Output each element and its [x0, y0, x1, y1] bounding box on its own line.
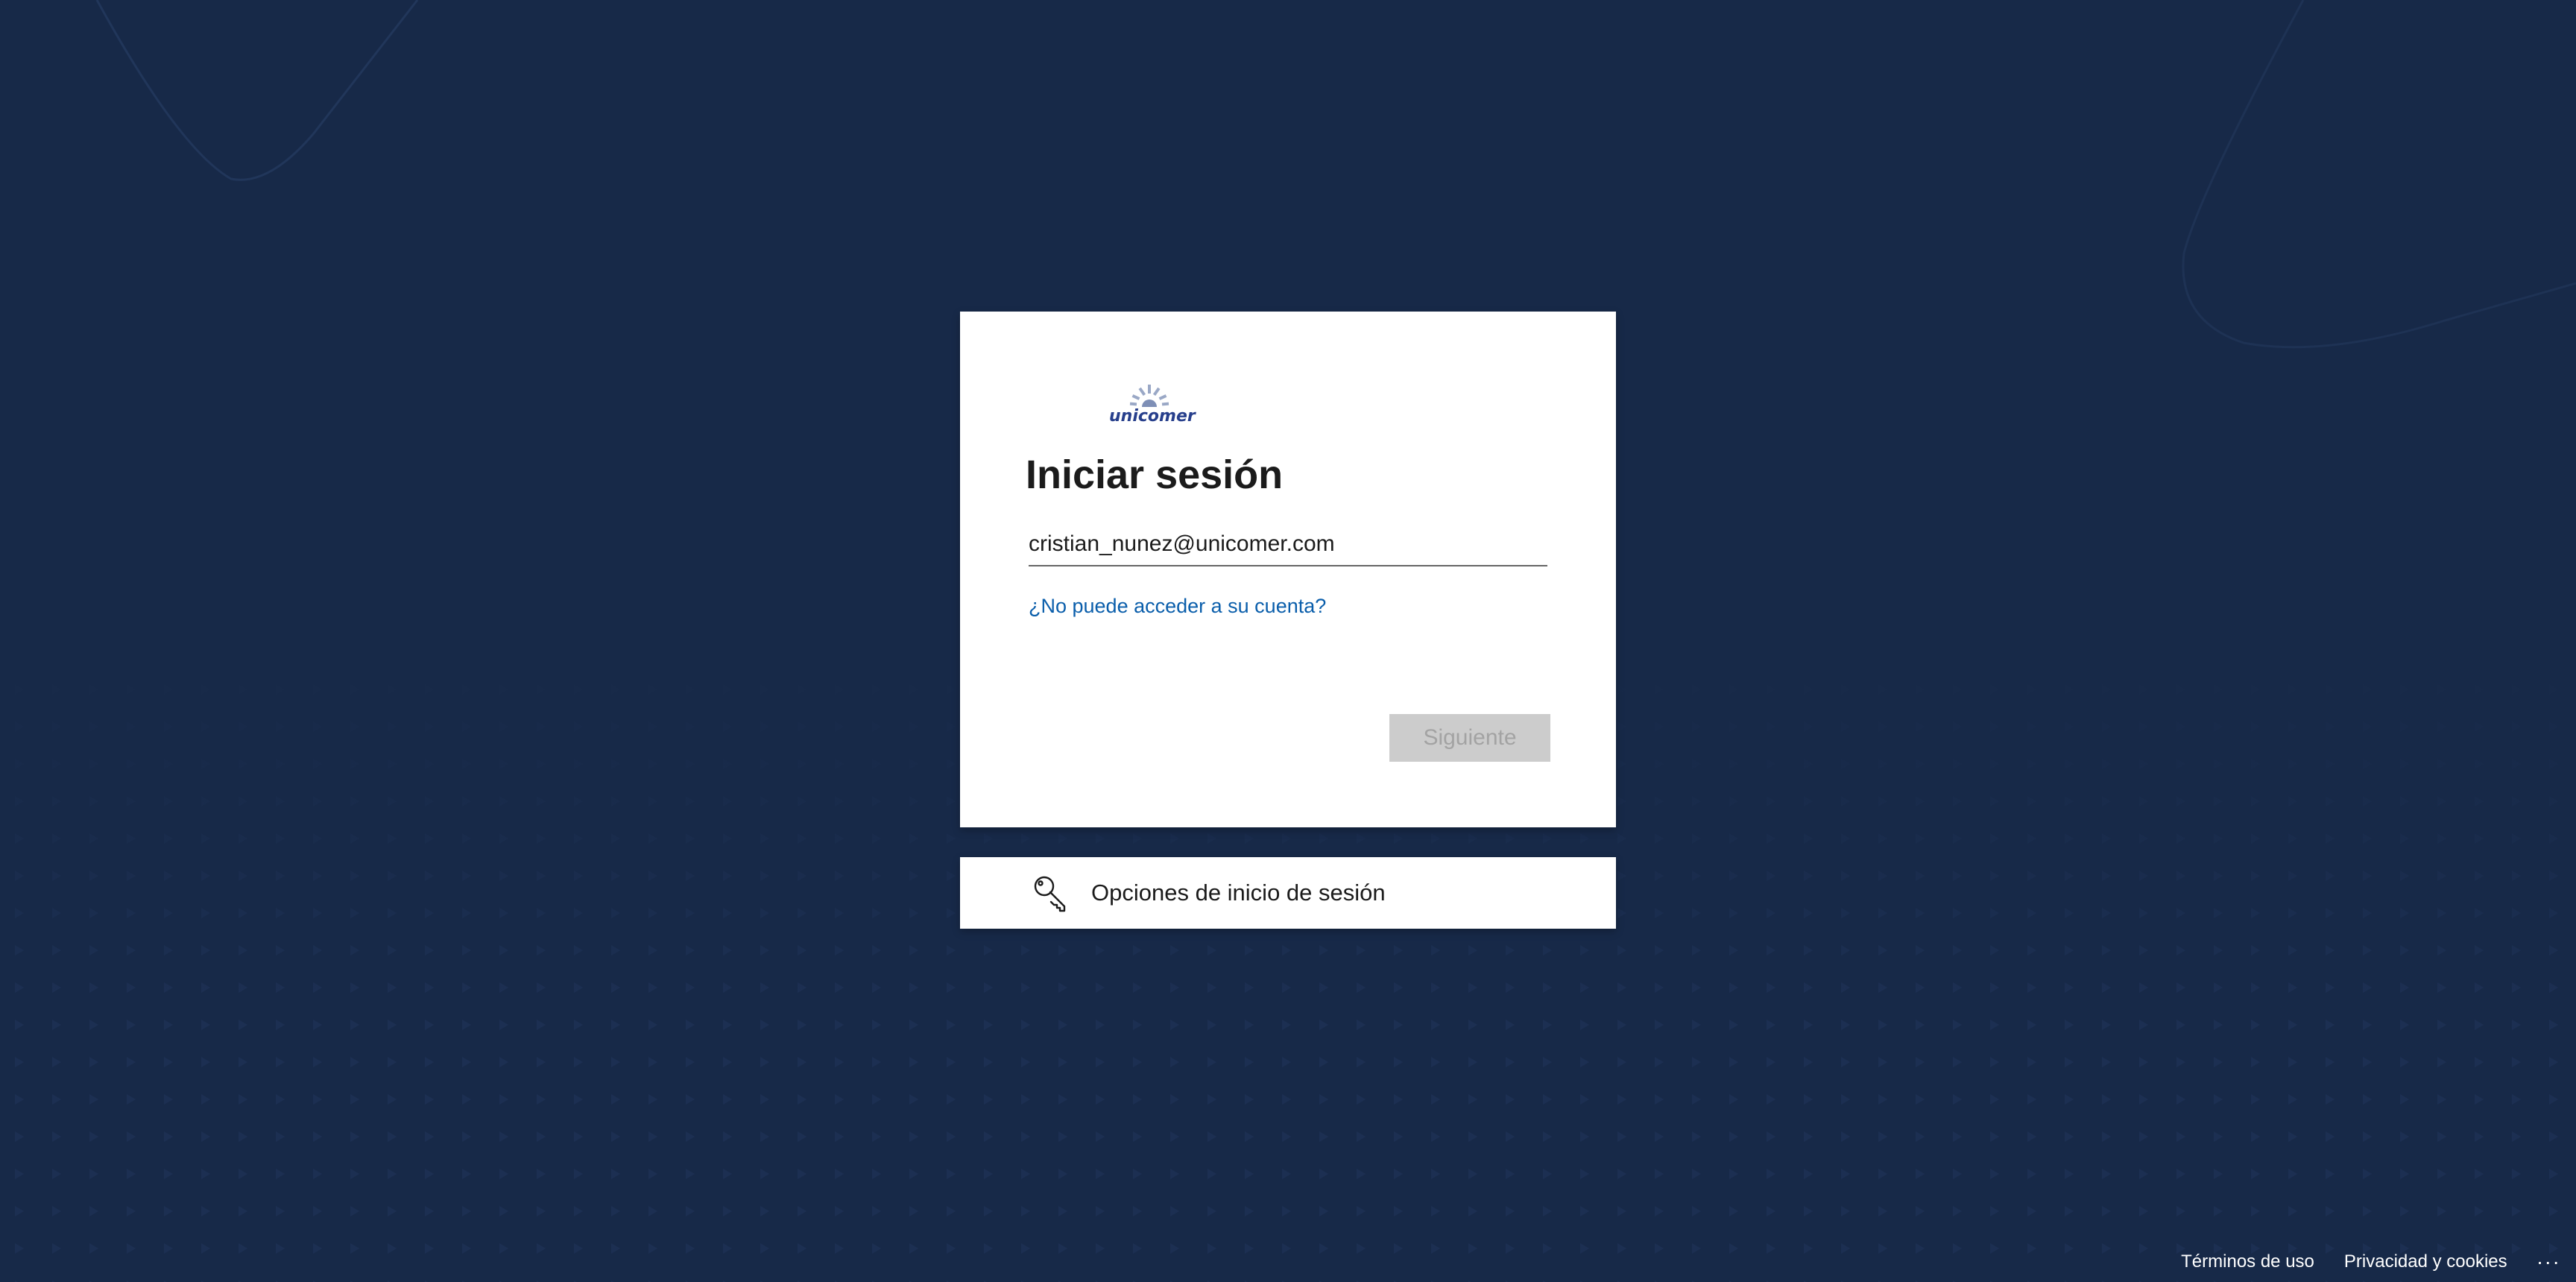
next-button[interactable]: Siguiente: [1389, 714, 1550, 762]
footer: Términos de uso Privacidad y cookies ...: [2181, 1242, 2576, 1282]
privacy-link[interactable]: Privacidad y cookies: [2344, 1251, 2507, 1272]
page-title: Iniciar sesión: [1026, 452, 1284, 497]
key-icon: [1034, 876, 1066, 912]
signin-options-label: Opciones de inicio de sesión: [1091, 880, 1386, 906]
signin-options-button[interactable]: Opciones de inicio de sesión: [960, 857, 1616, 929]
terms-link[interactable]: Términos de uso: [2181, 1251, 2314, 1272]
unicomer-logo: unicomer: [1109, 383, 1199, 428]
more-options-icon[interactable]: ...: [2537, 1245, 2561, 1269]
cant-access-account-link[interactable]: ¿No puede acceder a su cuenta?: [1029, 595, 1326, 618]
email-field[interactable]: [1029, 523, 1547, 566]
logo-text: unicomer: [1109, 407, 1196, 426]
signin-card: unicomer Iniciar sesión ¿No puede accede…: [960, 312, 1616, 827]
login-page: unicomer Iniciar sesión ¿No puede accede…: [0, 0, 2576, 1282]
